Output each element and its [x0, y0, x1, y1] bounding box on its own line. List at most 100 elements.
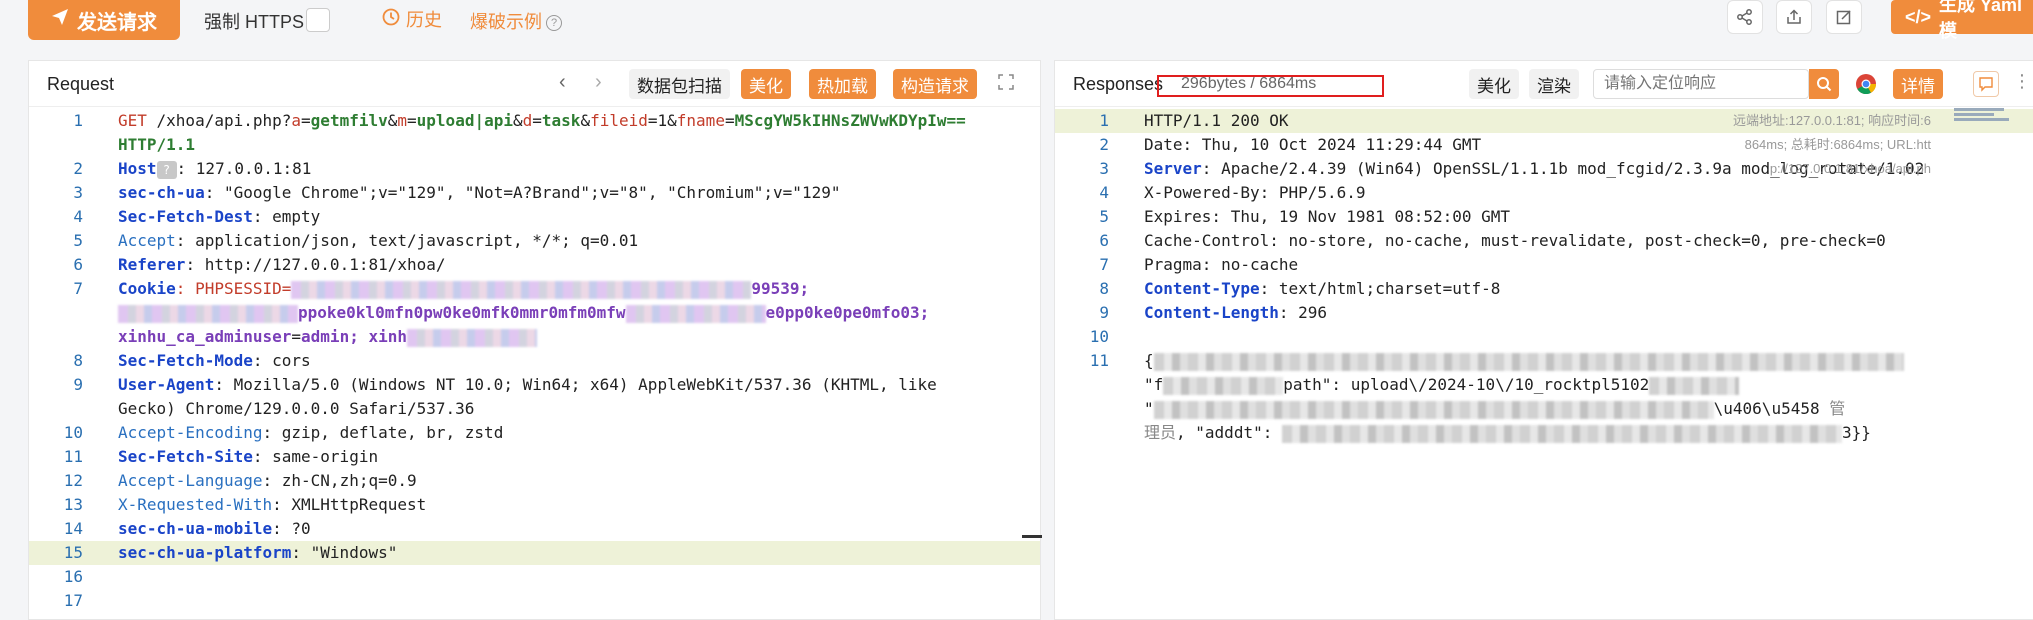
code-token: GET: [118, 111, 157, 130]
line-text: Pragma: no-cache: [1144, 253, 1298, 277]
history-link[interactable]: 历史: [382, 6, 442, 32]
render-button[interactable]: 渲染: [1529, 69, 1579, 99]
build-request-button[interactable]: 构造请求: [893, 69, 977, 99]
detail-button[interactable]: 详情: [1893, 69, 1943, 99]
code-token: m: [397, 111, 408, 130]
history-label: 历史: [406, 10, 442, 30]
code-token: HTTP/1.1 200 OK: [1144, 111, 1289, 130]
request-line: xinhu_ca_adminuser=admin; xinh: [29, 325, 1040, 349]
hotload-button[interactable]: 热加载: [809, 69, 876, 99]
line-text: Cookie: PHPSESSID= 99539;: [118, 277, 809, 301]
request-line: ppoke0kl0mfn0pw0ke0mfk0mmr0mfm0mfw e0pp0k…: [29, 301, 1040, 325]
code-token: Content-Length: [1144, 303, 1279, 322]
line-text: 理员, "adddt": 3}}: [1144, 421, 1871, 446]
comment-icon[interactable]: [1973, 71, 1999, 97]
code-token: : same-origin: [252, 447, 379, 466]
request-line: 13 X-Requested-With: XMLHttpRequest: [29, 493, 1040, 517]
code-token: : cors: [252, 351, 311, 370]
line-number: 15: [63, 543, 83, 562]
search-icon[interactable]: [1809, 69, 1839, 99]
scroll-marker: [1022, 535, 1042, 538]
code-token: Sec-Fetch-Mode: [118, 351, 253, 370]
generate-yaml-button[interactable]: </> 生成 Yaml 模: [1891, 0, 2033, 41]
line-text: Cache-Control: no-store, no-cache, must-…: [1144, 229, 1886, 253]
line-text: Host?: 127.0.0.1:81: [118, 157, 311, 181]
locate-response-input[interactable]: [1593, 69, 1809, 99]
chrome-icon[interactable]: [1855, 73, 1877, 100]
code-icon: </>: [1905, 6, 1932, 27]
response-line: 4 X-Powered-By: PHP/5.6.9: [1055, 181, 2033, 205]
beautify-button[interactable]: 美化: [741, 69, 791, 99]
code-token: HTTP/1.1: [118, 135, 196, 154]
redacted-text: [1281, 424, 1842, 443]
redacted-text: [625, 304, 766, 323]
code-token: /xhoa/api.php?: [156, 111, 292, 130]
code-token: &: [512, 111, 523, 130]
line-number: 13: [63, 495, 83, 514]
redacted-text: [1153, 352, 1904, 371]
expand-icon[interactable]: [997, 73, 1015, 96]
code-token: 理员: [1144, 425, 1177, 442]
request-panel: Request ‹ › 数据包扫描 美化 热加载 构造请求 1 GET /xhoa…: [28, 60, 1042, 620]
code-token: Gecko) Chrome/129.0.0.0 Safari/537.36: [118, 399, 475, 418]
meta-line-1: 远端地址:127.0.0.1:81; 响应时间:6: [1733, 113, 1931, 128]
response-line: 5 Expires: Thu, 19 Nov 1981 08:52:00 GMT: [1055, 205, 2033, 229]
code-token: sec-ch-ua-mobile: [118, 519, 273, 538]
line-text: " \u406\u5458 管: [1144, 397, 1845, 422]
request-line: 6 Referer: http://127.0.0.1:81/xhoa/: [29, 253, 1040, 277]
redacted-text: [291, 280, 752, 299]
response-line: 6 Cache-Control: no-store, no-cache, must…: [1055, 229, 2033, 253]
response-line: 10: [1055, 325, 2033, 349]
code-token: ppoke0kl0mfn0pw0ke0mfk0mmr0mfm0mfw: [298, 303, 626, 322]
chevron-right-icon[interactable]: ›: [595, 71, 602, 94]
line-number: 3: [1099, 159, 1109, 178]
line-text: {: [1144, 349, 1904, 373]
line-text: X-Powered-By: PHP/5.6.9: [1144, 181, 1366, 205]
response-line: 8 Content-Type: text/html;charset=utf-8: [1055, 277, 2033, 301]
code-token: =: [407, 111, 417, 130]
code-token: 管: [1829, 401, 1846, 418]
line-text: xinhu_ca_adminuser=admin; xinh: [118, 325, 537, 349]
chevron-left-icon[interactable]: ‹: [559, 71, 566, 94]
response-beautify-button[interactable]: 美化: [1469, 69, 1519, 99]
code-token: =: [301, 111, 311, 130]
line-text: HTTP/1.1 200 OK: [1144, 109, 1289, 133]
line-text: Referer: http://127.0.0.1:81/xhoa/: [118, 253, 446, 277]
line-text: Expires: Thu, 19 Nov 1981 08:52:00 GMT: [1144, 205, 1510, 229]
code-token: fname: [676, 111, 725, 130]
code-token: xinhu_ca_adminuser: [118, 327, 292, 346]
code-token: Sec-Fetch-Site: [118, 447, 253, 466]
line-number: 8: [73, 351, 83, 370]
line-text: "f path": upload\/2024-10\/10_rocktpl5102: [1144, 373, 1740, 397]
top-toolbar: 发送请求 强制 HTTPS 历史 爆破示例? </> 生成 Yaml 模: [0, 0, 2033, 46]
request-line: 10 Accept-Encoding: gzip, deflate, br, zs…: [29, 421, 1040, 445]
highlight-box: [1157, 75, 1384, 97]
force-https-checkbox[interactable]: [306, 8, 330, 32]
line-text: Accept-Encoding: gzip, deflate, br, zstd: [118, 421, 503, 445]
line-number: 10: [1089, 327, 1109, 346]
help-icon[interactable]: ?: [546, 15, 562, 32]
code-token: task: [541, 111, 581, 130]
line-number: 10: [63, 423, 83, 442]
upload-icon[interactable]: [1776, 0, 1812, 34]
code-token: Cookie: [118, 279, 176, 298]
line-number: 6: [73, 255, 83, 274]
bypass-example-link[interactable]: 爆破示例?: [470, 8, 562, 34]
response-line: 9 Content-Length: 296: [1055, 301, 2033, 325]
code-token: "f: [1144, 375, 1164, 394]
edit-icon[interactable]: [1826, 0, 1862, 34]
request-editor[interactable]: 1 GET /xhoa/api.php?a=getmfilv&m=upload|a…: [29, 109, 1040, 613]
response-line: 11 {: [1055, 349, 2033, 373]
share-icon[interactable]: [1727, 0, 1763, 34]
line-text: Date: Thu, 10 Oct 2024 11:29:44 GMT: [1144, 133, 1481, 157]
line-number: 6: [1099, 231, 1109, 250]
send-request-button[interactable]: 发送请求: [28, 0, 180, 40]
request-line: 7 Cookie: PHPSESSID= 99539;: [29, 277, 1040, 301]
code-token: Accept-Language: [118, 471, 263, 490]
response-line: 理员, "adddt": 3}}: [1055, 421, 2033, 445]
request-line: Gecko) Chrome/129.0.0.0 Safari/537.36: [29, 397, 1040, 421]
more-icon[interactable]: ⋮: [2013, 71, 2031, 92]
code-token: : empty: [252, 207, 321, 226]
packet-scan-button[interactable]: 数据包扫描: [629, 69, 730, 99]
line-text: Sec-Fetch-Site: same-origin: [118, 445, 378, 469]
